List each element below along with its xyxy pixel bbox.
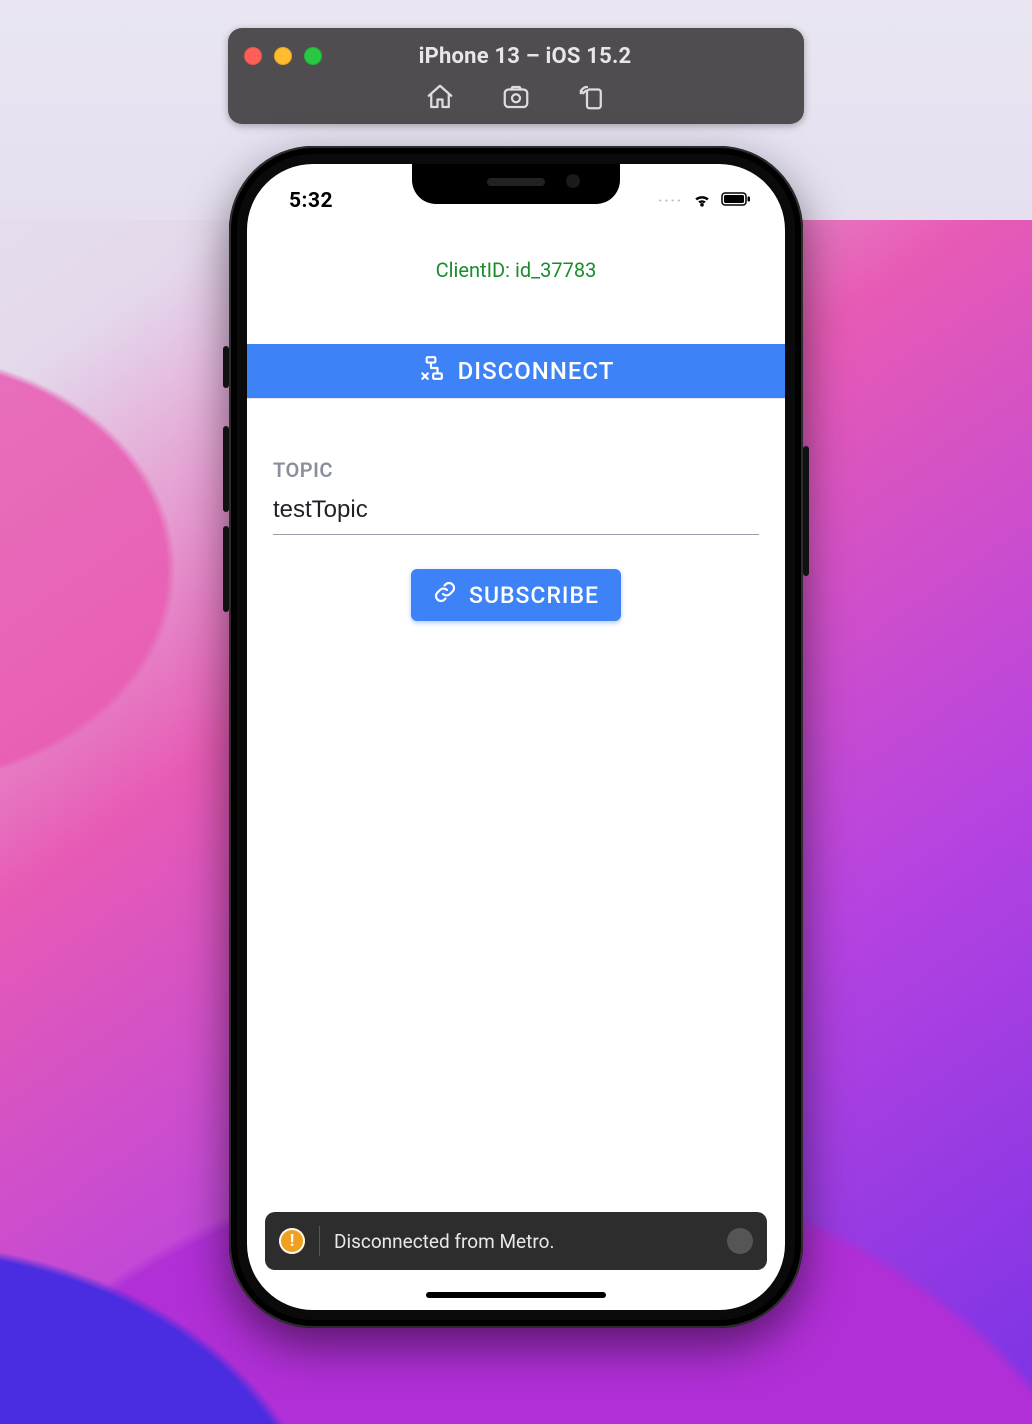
- volume-down-button: [223, 526, 229, 612]
- toast-status-dot: [727, 1228, 753, 1254]
- topic-input[interactable]: [273, 490, 759, 535]
- window-minimize-button[interactable]: [274, 47, 292, 65]
- metro-toast[interactable]: ! Disconnected from Metro.: [265, 1212, 767, 1270]
- home-icon[interactable]: [425, 82, 455, 112]
- simulator-toolbar: iPhone 13 – iOS 15.2: [228, 28, 804, 124]
- status-time: 5:32: [289, 189, 333, 213]
- battery-icon: [721, 191, 751, 211]
- notch-camera: [566, 174, 580, 188]
- simulator-title: iPhone 13 – iOS 15.2: [322, 44, 788, 69]
- iphone-notch: [412, 164, 620, 204]
- iphone-screen: 5:32 ···· ClientID: id_37783: [247, 164, 785, 1310]
- disconnect-button-label: DISCONNECT: [458, 357, 615, 385]
- toast-message: Disconnected from Metro.: [334, 1230, 554, 1253]
- power-button: [803, 446, 809, 576]
- cellular-dots: ····: [658, 193, 683, 209]
- window-zoom-button[interactable]: [304, 47, 322, 65]
- wifi-icon: [691, 190, 713, 212]
- disconnect-button[interactable]: DISCONNECT: [247, 344, 785, 398]
- network-disconnect-icon: [418, 355, 444, 387]
- app-content: ClientID: id_37783 DISCONNECT TOPIC: [247, 222, 785, 1310]
- macos-desktop: iPhone 13 – iOS 15.2 5:32: [0, 0, 1032, 1424]
- subscribe-button[interactable]: SUBSCRIBE: [411, 569, 621, 621]
- volume-up-button: [223, 426, 229, 512]
- window-traffic-lights: [244, 47, 322, 65]
- toast-separator: [319, 1226, 320, 1256]
- rotate-icon[interactable]: [577, 82, 607, 112]
- subscribe-button-label: SUBSCRIBE: [469, 582, 599, 609]
- mute-switch: [223, 346, 229, 388]
- client-id-label: ClientID: id_37783: [247, 258, 785, 282]
- window-close-button[interactable]: [244, 47, 262, 65]
- iphone-device-frame: 5:32 ···· ClientID: id_37783: [229, 146, 803, 1328]
- link-icon: [433, 580, 457, 610]
- topic-field-label: TOPIC: [273, 458, 759, 482]
- notch-speaker: [487, 178, 545, 186]
- warning-icon: !: [279, 1228, 305, 1254]
- screenshot-icon[interactable]: [501, 82, 531, 112]
- home-indicator[interactable]: [426, 1292, 606, 1298]
